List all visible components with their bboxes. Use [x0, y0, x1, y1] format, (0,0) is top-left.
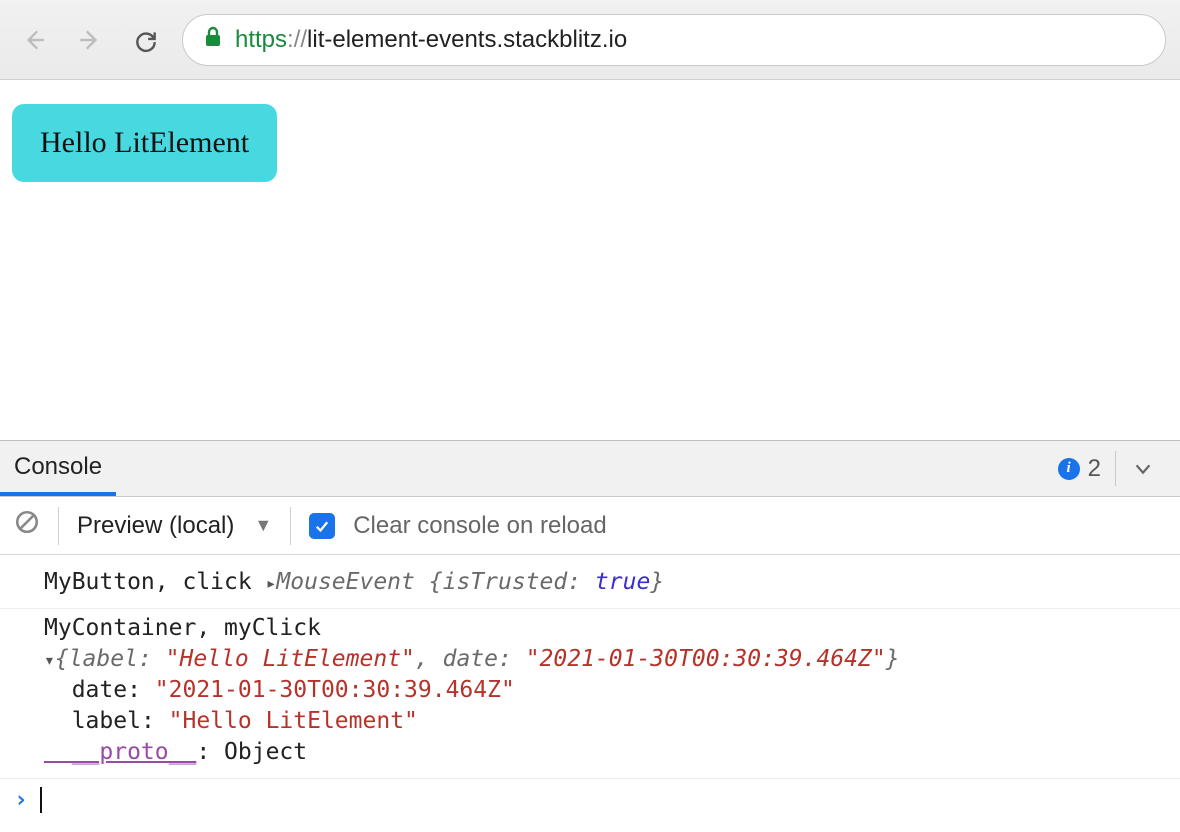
expand-icon: ▸ [266, 572, 277, 596]
clear-console-button[interactable] [14, 509, 40, 542]
lock-icon [203, 25, 223, 54]
address-bar[interactable]: https://lit-element-events.stackblitz.io [182, 14, 1166, 66]
info-icon: i [1058, 458, 1080, 480]
browser-toolbar: https://lit-element-events.stackblitz.io [0, 0, 1180, 80]
arrow-left-icon [21, 27, 47, 53]
devtools-tabs: Console i 2 [0, 441, 1180, 497]
check-icon [313, 517, 331, 535]
clear-on-reload-label: Clear console on reload [353, 512, 607, 540]
url-text: https://lit-element-events.stackblitz.io [235, 26, 627, 54]
divider [58, 507, 59, 545]
console-message[interactable]: MyButton, click ▸MouseEvent {isTrusted: … [0, 563, 1180, 609]
hello-button[interactable]: Hello LitElement [12, 104, 277, 182]
devtools-panel: Console i 2 Preview (local) ▼ Clear cons… [0, 440, 1180, 821]
console-message[interactable]: MyContainer, myClick ▾{label: "Hello Lit… [0, 609, 1180, 779]
reload-button[interactable] [126, 20, 166, 60]
ban-icon [14, 509, 40, 535]
context-label: Preview (local) [77, 512, 234, 540]
prompt-chevron-icon: › [14, 787, 28, 813]
console-prompt[interactable]: › [0, 779, 1180, 821]
chevron-down-icon [1132, 458, 1154, 480]
collapse-icon: ▾ [44, 649, 55, 673]
chevron-down-icon: ▼ [254, 515, 272, 536]
reload-icon [133, 27, 159, 53]
console-output: MyButton, click ▸MouseEvent {isTrusted: … [0, 555, 1180, 821]
console-toolbar: Preview (local) ▼ Clear console on reloa… [0, 497, 1180, 555]
forward-button[interactable] [70, 20, 110, 60]
info-badge[interactable]: i 2 [1044, 451, 1116, 486]
back-button[interactable] [14, 20, 54, 60]
clear-on-reload-checkbox[interactable] [309, 513, 335, 539]
tab-console[interactable]: Console [0, 441, 116, 496]
devtools-more-button[interactable] [1116, 441, 1170, 496]
arrow-right-icon [77, 27, 103, 53]
page-viewport: Hello LitElement [0, 80, 1180, 440]
divider [290, 507, 291, 545]
url-separator: :// [287, 26, 307, 53]
info-count: 2 [1088, 455, 1101, 483]
text-cursor [40, 787, 42, 813]
context-selector[interactable]: Preview (local) ▼ [77, 512, 272, 540]
url-host: lit-element-events.stackblitz.io [307, 26, 627, 53]
url-scheme: https [235, 26, 287, 53]
